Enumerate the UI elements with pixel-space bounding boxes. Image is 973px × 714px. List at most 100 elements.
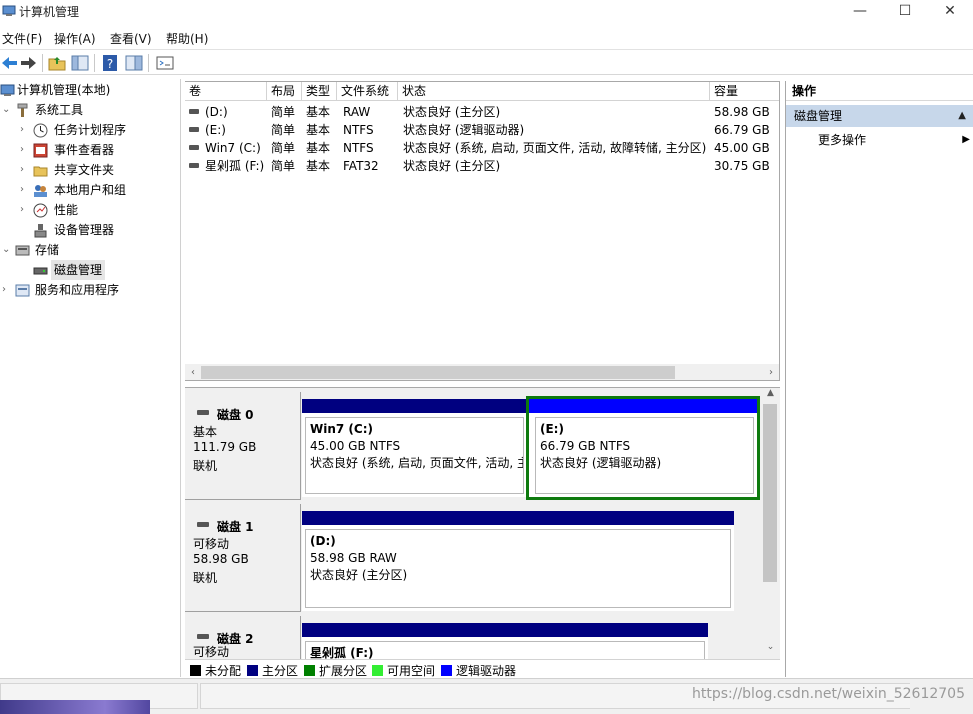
column-filesystem[interactable]: 文件系统 <box>337 82 398 101</box>
column-type[interactable]: 类型 <box>302 82 337 101</box>
tools-icon <box>17 103 28 117</box>
services-icon <box>15 284 30 297</box>
tree-item-storage[interactable]: ⌄ 存储 <box>0 240 180 260</box>
disk-2-label[interactable]: 磁盘 2 可移动 <box>185 616 301 659</box>
menu-help[interactable]: 帮助(H) <box>166 30 208 47</box>
horizontal-scrollbar[interactable]: ‹ › <box>185 364 779 380</box>
menu-bar: 文件(F) 操作(A) 查看(V) 帮助(H) <box>0 26 973 48</box>
chevron-right-icon[interactable]: › <box>20 140 30 160</box>
legend-swatch <box>304 665 315 676</box>
chevron-down-icon[interactable]: ⌄ <box>2 100 12 120</box>
actions-section-disk-management[interactable]: 磁盘管理 ▲ <box>786 105 973 127</box>
chevron-down-icon[interactable]: ⌄ <box>2 240 12 260</box>
help-icon[interactable]: ? <box>100 53 120 73</box>
console-view-icon[interactable] <box>155 53 175 73</box>
logical-drive-bar <box>529 399 757 413</box>
table-row[interactable]: (E:) 简单 基本 NTFS 状态良好 (逻辑驱动器) 66.79 GB <box>185 121 779 139</box>
title-bar: 计算机管理 — ☐ ✕ <box>0 0 973 24</box>
tree-item-event-viewer[interactable]: › 事件查看器 <box>0 140 180 160</box>
scrollbar-thumb[interactable] <box>763 404 777 582</box>
partition-d[interactable]: (D:) 58.98 GB RAW 状态良好 (主分区) <box>302 511 734 611</box>
menu-action[interactable]: 操作(A) <box>54 30 96 47</box>
forward-arrow-icon[interactable] <box>18 53 38 73</box>
volume-list: 卷 布局 类型 文件系统 状态 容量 (D:) 简单 基本 RAW 状态良好 (… <box>185 81 780 381</box>
primary-partition-bar <box>302 511 734 525</box>
tree-item-disk-management[interactable]: 磁盘管理 <box>0 260 180 280</box>
performance-icon <box>33 203 48 218</box>
chevron-right-icon[interactable]: › <box>20 180 30 200</box>
legend: 未分配 主分区 扩展分区 可用空间 逻辑驱动器 <box>185 659 780 679</box>
menu-view[interactable]: 查看(V) <box>110 30 152 47</box>
column-volume[interactable]: 卷 <box>185 82 267 101</box>
legend-primary: 主分区 <box>247 662 298 679</box>
toolbar-separator <box>148 54 149 72</box>
vertical-scrollbar[interactable]: ▲ ⌄ <box>761 388 780 659</box>
svg-text:?: ? <box>107 57 113 71</box>
tree-item-device-manager[interactable]: 设备管理器 <box>0 220 180 240</box>
scroll-up-icon[interactable]: ▲ <box>761 388 780 404</box>
minimize-button[interactable]: — <box>837 0 883 24</box>
table-row[interactable]: 星剁孤 (F:) 简单 基本 FAT32 状态良好 (主分区) 30.75 GB <box>185 157 779 175</box>
volume-list-header: 卷 布局 类型 文件系统 状态 容量 <box>185 82 779 101</box>
event-viewer-icon <box>33 143 48 158</box>
tree-item-local-users[interactable]: › 本地用户和组 <box>0 180 180 200</box>
device-manager-icon <box>34 224 47 238</box>
disk-icon <box>197 522 209 527</box>
drive-icon <box>189 127 199 132</box>
legend-logical: 逻辑驱动器 <box>441 662 516 679</box>
properties-pane-icon[interactable] <box>124 53 144 73</box>
tree-item-performance[interactable]: › 性能 <box>0 200 180 220</box>
more-actions-item[interactable]: 更多操作 ▶ <box>818 131 970 149</box>
clock-icon <box>33 123 48 138</box>
up-folder-icon[interactable] <box>47 53 67 73</box>
column-layout[interactable]: 布局 <box>267 82 302 101</box>
primary-partition-bar <box>302 623 708 637</box>
partition-f[interactable]: 星剁孤 (F:) <box>302 623 708 659</box>
collapse-up-icon[interactable]: ▲ <box>958 105 966 127</box>
navigation-tree: 计算机管理(本地) ⌄ 系统工具 › 任务计划程序 › 事件查看器 › 共享文件… <box>0 79 181 677</box>
toolbar-separator <box>94 54 95 72</box>
shared-folder-icon <box>33 166 48 177</box>
disk-icon <box>197 410 209 415</box>
scroll-down-icon[interactable]: ⌄ <box>761 642 780 658</box>
chevron-right-icon[interactable]: › <box>20 160 30 180</box>
primary-partition-bar <box>302 399 527 413</box>
partition-c[interactable]: Win7 (C:) 45.00 GB NTFS 状态良好 (系统, 启动, 页面… <box>302 399 527 497</box>
chevron-right-icon[interactable]: › <box>2 280 12 300</box>
legend-free-space: 可用空间 <box>372 662 435 679</box>
column-status[interactable]: 状态 <box>398 82 710 101</box>
disk-icon <box>197 634 209 639</box>
menu-file[interactable]: 文件(F) <box>2 30 42 47</box>
chevron-right-icon[interactable]: › <box>20 120 30 140</box>
window-title: 计算机管理 <box>19 5 80 19</box>
tree-item-computer-management[interactable]: 计算机管理(本地) <box>0 80 180 100</box>
toolbar: ? <box>0 49 973 75</box>
table-row[interactable]: (D:) 简单 基本 RAW 状态良好 (主分区) 58.98 GB <box>185 103 779 121</box>
actions-pane: 操作 磁盘管理 ▲ 更多操作 ▶ <box>785 81 973 677</box>
tree-item-shared-folders[interactable]: › 共享文件夹 <box>0 160 180 180</box>
actions-header: 操作 <box>786 81 973 101</box>
scroll-left-icon[interactable]: ‹ <box>185 364 201 380</box>
show-hide-tree-icon[interactable] <box>70 53 90 73</box>
toolbar-separator <box>42 54 43 72</box>
column-capacity[interactable]: 容量 <box>710 82 779 101</box>
close-button[interactable]: ✕ <box>927 0 973 24</box>
computer-management-icon <box>0 84 15 96</box>
disk-map: 磁盘 0 基本 111.79 GB 联机 Win7 (C:) 45.00 GB … <box>185 387 780 659</box>
table-row[interactable]: Win7 (C:) 简单 基本 NTFS 状态良好 (系统, 启动, 页面文件,… <box>185 139 779 157</box>
back-arrow-icon[interactable] <box>0 53 20 73</box>
disk-0-label[interactable]: 磁盘 0 基本 111.79 GB 联机 <box>185 392 301 500</box>
watermark: https://blog.csdn.net/weixin_52612705 <box>691 686 965 702</box>
scrollbar-thumb[interactable] <box>201 366 675 379</box>
chevron-right-icon[interactable]: › <box>20 200 30 220</box>
tree-item-system-tools[interactable]: ⌄ 系统工具 <box>0 100 180 120</box>
scroll-right-icon[interactable]: › <box>763 364 779 380</box>
tree-item-services[interactable]: › 服务和应用程序 <box>0 280 180 300</box>
drive-icon <box>189 163 199 168</box>
disk-management-icon <box>33 267 48 275</box>
submenu-arrow-icon: ▶ <box>962 134 970 145</box>
disk-1-label[interactable]: 磁盘 1 可移动 58.98 GB 联机 <box>185 504 301 612</box>
tree-item-task-scheduler[interactable]: › 任务计划程序 <box>0 120 180 140</box>
partition-e[interactable]: (E:) 66.79 GB NTFS 状态良好 (逻辑驱动器) <box>526 396 760 500</box>
maximize-button[interactable]: ☐ <box>882 0 928 24</box>
